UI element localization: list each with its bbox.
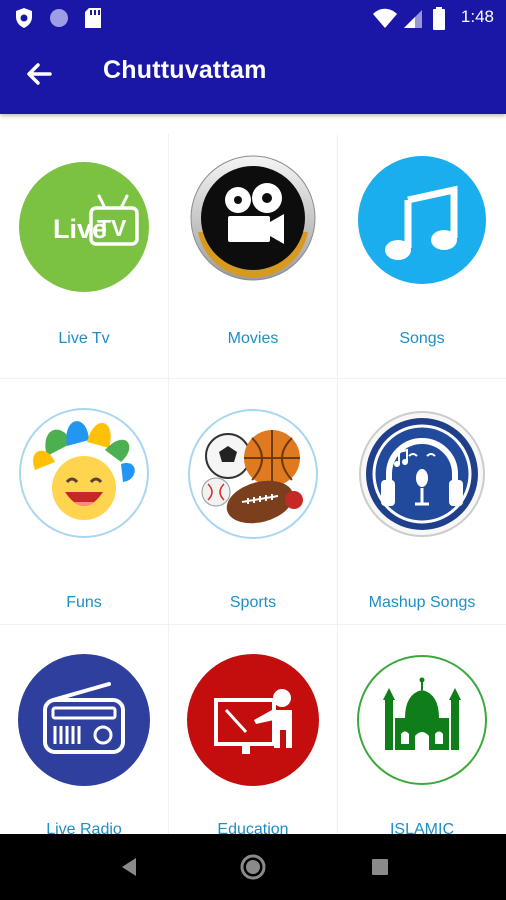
music-note-icon (358, 150, 486, 292)
status-time: 1:48 (460, 7, 494, 26)
grid-item-label: ISLAMIC (389, 821, 454, 834)
grid-item-label: Mashup Songs (368, 594, 476, 611)
grid-item-sports[interactable]: Sports (169, 378, 337, 624)
grid-item-education[interactable]: Education (169, 624, 337, 834)
svg-text:TV: TV (97, 215, 127, 241)
grid-item-islamic[interactable]: ISLAMIC (338, 624, 506, 834)
grid-item-live-tv[interactable]: Live TV Live Tv (0, 114, 168, 360)
nav-recents-button[interactable] (363, 852, 397, 882)
grid-item-movies[interactable]: Movies (169, 114, 337, 360)
nav-back-icon (122, 858, 136, 876)
grid-item-label: Songs (399, 330, 445, 347)
grid-item-label: Sports (229, 594, 277, 611)
grid-item-live-radio[interactable]: Live Radio (0, 624, 168, 834)
teacher-board-icon (186, 640, 320, 790)
app-bar: Chuttuvattam (0, 36, 506, 114)
grid-item-label: Funs (66, 594, 102, 611)
nav-back-button[interactable] (112, 852, 146, 882)
grid-item-label: Education (217, 821, 289, 834)
nav-recents-icon (372, 859, 388, 875)
nav-home-icon (240, 854, 266, 880)
grid-item-label: Live Tv (58, 330, 110, 347)
grid-item-label: Live Radio (46, 821, 122, 834)
navigation-bar (0, 834, 506, 900)
sports-balls-icon (186, 400, 320, 548)
battery-icon (433, 7, 445, 30)
radio-icon (17, 640, 151, 790)
circle-icon (50, 9, 68, 27)
shield-icon (16, 8, 32, 28)
live-tv-icon: Live TV (19, 162, 149, 292)
arrow-back-icon (27, 63, 52, 85)
category-grid: Live TV Live Tv Movies Songs Funs Sports… (0, 114, 506, 834)
signal-icon (404, 10, 422, 28)
sd-card-icon (85, 8, 101, 28)
app-title: Chuttuvattam (103, 56, 267, 84)
headphones-icon (355, 400, 489, 548)
nav-home-button[interactable] (236, 852, 270, 882)
laughing-face-icon (17, 398, 151, 548)
grid-item-songs[interactable]: Songs (338, 114, 506, 360)
grid-item-funs[interactable]: Funs (0, 378, 168, 624)
back-button[interactable] (20, 56, 60, 92)
movie-camera-icon (190, 152, 316, 292)
wifi-icon (373, 8, 397, 28)
grid-item-mashup-songs[interactable]: Mashup Songs (338, 378, 506, 624)
grid-item-label: Movies (227, 330, 279, 347)
status-bar: 1:48 (0, 0, 506, 36)
mosque-icon (355, 640, 489, 790)
